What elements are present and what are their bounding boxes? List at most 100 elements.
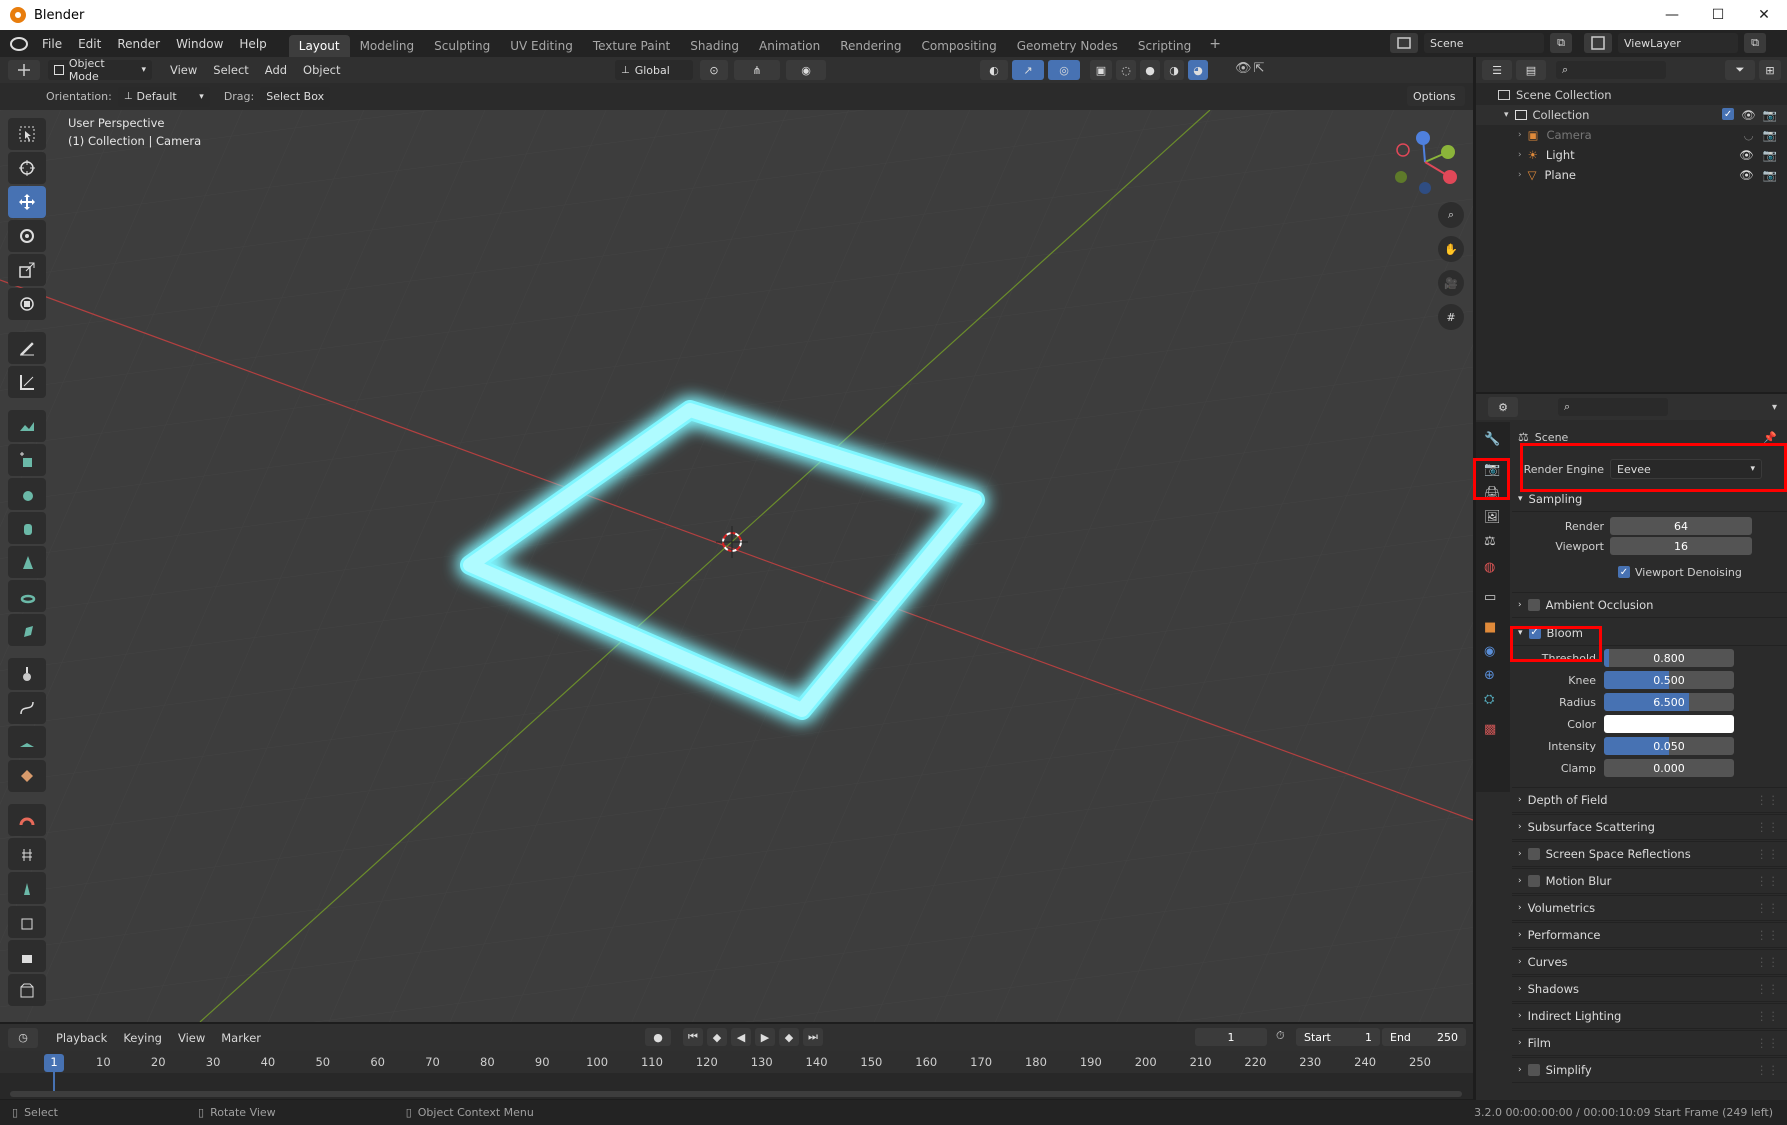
pivot-point-icon[interactable]: ⊙	[700, 60, 728, 80]
viewlayer-browse-icon[interactable]	[1584, 33, 1612, 53]
menu-help[interactable]: Help	[231, 37, 274, 51]
viewport-menu-add[interactable]: Add	[257, 63, 295, 77]
panel-checkbox[interactable]	[1527, 875, 1540, 887]
maximize-button[interactable]: ☐	[1695, 0, 1741, 30]
menu-file[interactable]: File	[34, 37, 70, 51]
bloom-intensity-slider[interactable]: 0.050	[1604, 737, 1734, 755]
start-frame-field[interactable]: Start 1	[1296, 1028, 1380, 1046]
timeline-menu-marker[interactable]: Marker	[213, 1031, 269, 1045]
timeline-area[interactable]: 1 10 20 30 40 50 60 70 80 90 100 110 120 130 140 150 160…	[0, 1051, 1473, 1099]
properties-editor-type-icon[interactable]: ⚙	[1488, 397, 1518, 417]
mode-dropdown[interactable]: Object Mode ▾	[48, 57, 152, 83]
select-box-tool-icon[interactable]	[8, 118, 46, 150]
tab-rendering[interactable]: Rendering	[830, 35, 911, 57]
tab-animation[interactable]: Animation	[749, 35, 830, 57]
timeline-scrollbar[interactable]	[10, 1091, 1462, 1097]
viewport-menu-view[interactable]: View	[162, 63, 205, 77]
annotate-tool-icon[interactable]	[8, 332, 46, 364]
solid-shading-icon[interactable]: ●	[1140, 60, 1160, 80]
extrude-tool-icon[interactable]	[8, 658, 46, 690]
collection-tab-icon[interactable]: ▭	[1484, 590, 1496, 605]
wireframe-shading-icon[interactable]: ◌	[1116, 60, 1136, 80]
menu-render[interactable]: Render	[109, 37, 168, 51]
drag-handle-icon[interactable]: ⋮⋮	[1756, 928, 1779, 942]
timeline-editor-type-icon[interactable]: ◷	[8, 1027, 38, 1048]
arc-tool-icon[interactable]	[8, 804, 46, 836]
drag-handle-icon[interactable]: ⋮⋮	[1756, 1063, 1779, 1077]
minimize-button[interactable]: —	[1649, 0, 1695, 30]
timeline-menu-view[interactable]: View	[170, 1031, 213, 1045]
eye-icon[interactable]: 👁	[1739, 148, 1754, 162]
preview-range-icon[interactable]: ⏱	[1276, 1029, 1285, 1043]
overlays-toggle-icon[interactable]: ◎	[1048, 60, 1080, 80]
bloom-knee-slider[interactable]: 0.500	[1604, 671, 1734, 689]
drag-handle-icon[interactable]: ⋮⋮	[1756, 847, 1779, 861]
expand-arrow-icon[interactable]: ▾	[1504, 110, 1509, 120]
zoom-icon[interactable]: ⌕	[1438, 202, 1464, 228]
new-scene-icon[interactable]: ⧉	[1550, 33, 1572, 53]
menu-edit[interactable]: Edit	[70, 37, 109, 51]
add-uv-sphere-tool-icon[interactable]	[8, 546, 46, 578]
constraints-tab-icon[interactable]: ⊕	[1484, 668, 1495, 683]
proportional-edit-icon[interactable]: ◉	[786, 60, 826, 80]
tab-shading[interactable]: Shading	[680, 35, 749, 57]
timeline-menu-keying[interactable]: Keying	[115, 1031, 170, 1045]
render-camera-icon[interactable]: 📷	[1763, 128, 1777, 142]
cursor-tool-icon[interactable]	[8, 152, 46, 184]
play-reverse-icon[interactable]: ◀	[731, 1028, 751, 1046]
panel-checkbox[interactable]	[1527, 1064, 1540, 1076]
rotate-tool-icon[interactable]	[8, 220, 46, 252]
world-tab-icon[interactable]: ◍	[1484, 560, 1495, 575]
render-camera-icon[interactable]: 📷	[1763, 108, 1777, 122]
panel-checkbox[interactable]	[1527, 848, 1540, 860]
menu-window[interactable]: Window	[168, 37, 231, 51]
properties-search-input[interactable]: ⌕	[1558, 398, 1668, 416]
record-icon[interactable]: ●	[645, 1028, 671, 1046]
eye-icon[interactable]: 👁	[1235, 61, 1252, 76]
add-workspace-button[interactable]: +	[1209, 36, 1221, 52]
jump-start-icon[interactable]: ⏮	[683, 1028, 703, 1046]
jump-end-icon[interactable]: ⏭	[803, 1028, 823, 1046]
bezier-tool-icon[interactable]	[8, 692, 46, 724]
eye-icon[interactable]: 👁	[1739, 168, 1754, 182]
viewport-menu-object[interactable]: Object	[295, 63, 348, 77]
outliner-editor-type-icon[interactable]: ☰	[1482, 60, 1512, 80]
expand-arrow-icon[interactable]: ›	[1518, 170, 1522, 180]
add-cube-tool-icon[interactable]	[8, 444, 46, 476]
select-restrict-icon[interactable]: ⇱	[1254, 61, 1265, 76]
pan-hand-icon[interactable]: ✋	[1438, 236, 1464, 262]
gizmo-toggle-icon[interactable]: ↗	[1012, 60, 1044, 80]
ortho-grid-icon[interactable]: #	[1438, 304, 1464, 330]
bloom-clamp-slider[interactable]: 0.000	[1604, 759, 1734, 777]
material-shading-icon[interactable]: ◑	[1164, 60, 1184, 80]
texture-tab-icon[interactable]: ▩	[1484, 722, 1496, 737]
bloom-radius-slider[interactable]: 6.500	[1604, 693, 1734, 711]
render-camera-icon[interactable]: 📷	[1763, 148, 1777, 162]
orientation-dropdown[interactable]: ⊥ Default ▾	[117, 86, 210, 107]
outliner-row-scene-collection[interactable]: Scene Collection	[1476, 85, 1787, 105]
viewport-denoising-row[interactable]: ✓ Viewport Denoising	[1512, 562, 1787, 582]
next-keyframe-icon[interactable]: ◆	[779, 1028, 799, 1046]
panel-simplify[interactable]: › Simplify ⋮⋮	[1512, 1057, 1787, 1083]
tool-tab-icon[interactable]: 🔧	[1484, 432, 1500, 447]
play-icon[interactable]: ▶	[755, 1028, 775, 1046]
outliner-row-collection[interactable]: ▾ Collection ✓ 👁 📷	[1476, 105, 1787, 125]
scene-browse-icon[interactable]	[1390, 33, 1418, 53]
tab-geometry-nodes[interactable]: Geometry Nodes	[1007, 35, 1128, 57]
ambient-occlusion-checkbox[interactable]	[1527, 599, 1540, 611]
panel-subsurface-scattering[interactable]: › Subsurface Scattering ⋮⋮	[1512, 814, 1787, 840]
tab-compositing[interactable]: Compositing	[911, 35, 1006, 57]
transform-orientation-dropdown[interactable]: ⊥ Global	[615, 60, 693, 80]
panel-curves[interactable]: › Curves ⋮⋮	[1512, 949, 1787, 975]
bloom-threshold-slider[interactable]: 0.800	[1604, 649, 1734, 667]
drag-handle-icon[interactable]: ⋮⋮	[1756, 901, 1779, 915]
add-torus-tool-icon[interactable]	[8, 580, 46, 612]
drag-handle-icon[interactable]: ⋮⋮	[1756, 820, 1779, 834]
bloom-color-swatch[interactable]	[1604, 715, 1734, 733]
transform-tool-icon[interactable]	[8, 288, 46, 320]
panel-film[interactable]: › Film ⋮⋮	[1512, 1030, 1787, 1056]
outliner-row-camera[interactable]: › ▣ Camera ◡ 📷	[1476, 125, 1787, 145]
add-cone-tool-icon[interactable]	[8, 478, 46, 510]
tab-uv-editing[interactable]: UV Editing	[500, 35, 583, 57]
blender-menu-icon[interactable]	[10, 36, 28, 51]
